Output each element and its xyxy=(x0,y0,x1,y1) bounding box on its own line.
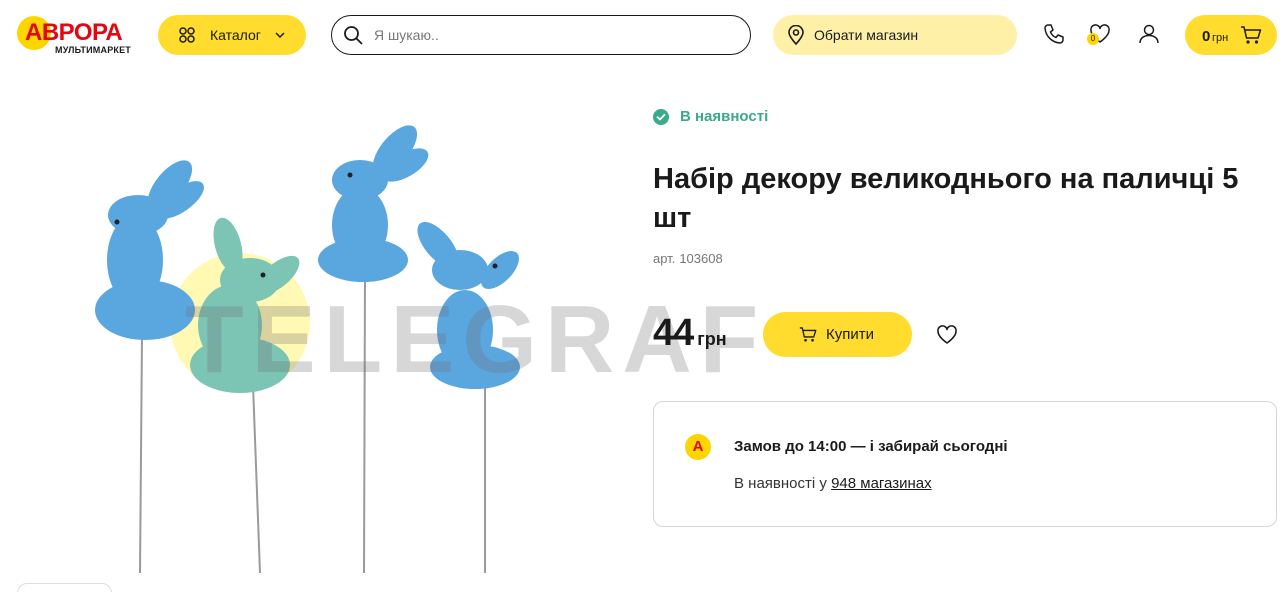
pickup-headline: Замов до 14:00 — і забирай сьогодні xyxy=(734,438,1008,455)
brand-logo[interactable]: АВРОРА МУЛЬТИМАРКЕТ xyxy=(17,13,135,57)
brand-mini-logo: А xyxy=(685,434,711,460)
pickup-info-card: А Замов до 14:00 — і забирай сьогодні В … xyxy=(653,401,1277,527)
wishlist-count-badge: 0 xyxy=(1087,33,1099,45)
grid-dots-icon xyxy=(179,27,195,43)
check-circle-icon xyxy=(653,108,669,125)
product-price: 44 грн xyxy=(653,312,727,355)
price-value: 44 xyxy=(653,312,694,354)
add-to-wishlist-heart-icon[interactable] xyxy=(935,323,959,347)
chevron-down-icon xyxy=(275,32,285,39)
stock-status-label: В наявності xyxy=(680,108,769,125)
cart-button[interactable]: 0 грн xyxy=(1185,15,1277,55)
stores-count-link[interactable]: 948 магазинах xyxy=(831,475,932,492)
logo-subtext: МУЛЬТИМАРКЕТ xyxy=(55,45,131,55)
search-bar xyxy=(331,15,751,55)
logo-word: АВРОРА xyxy=(25,19,123,46)
store-availability: В наявності у 948 магазинах xyxy=(734,475,932,492)
phone-icon[interactable] xyxy=(1042,22,1066,46)
select-store-label: Обрати магазин xyxy=(814,27,919,43)
availability-prefix: В наявності у xyxy=(734,475,827,492)
price-currency: грн xyxy=(697,329,727,349)
stock-status: В наявності xyxy=(653,108,768,125)
user-icon[interactable] xyxy=(1137,22,1161,46)
image-thumbnail[interactable] xyxy=(17,583,112,592)
cart-amount: 0 xyxy=(1202,28,1211,45)
cart-currency: грн xyxy=(1212,32,1229,44)
map-pin-icon xyxy=(788,25,804,45)
catalog-label: Каталог xyxy=(210,27,261,43)
article-number: 103608 xyxy=(679,251,723,266)
product-article: арт. 103608 xyxy=(653,251,723,266)
search-icon[interactable] xyxy=(343,25,363,45)
article-label: арт. xyxy=(653,251,676,266)
search-input[interactable] xyxy=(374,25,734,45)
buy-button-label: Купити xyxy=(826,326,874,343)
site-header: АВРОРА МУЛЬТИМАРКЕТ Каталог Обрати магаз… xyxy=(0,0,1285,70)
buy-button[interactable]: Купити xyxy=(763,312,912,357)
cart-icon xyxy=(799,327,817,342)
cart-icon xyxy=(1241,26,1262,44)
select-store-button[interactable]: Обрати магазин xyxy=(773,15,1017,55)
catalog-button[interactable]: Каталог xyxy=(158,15,306,55)
product-title: Набір декору великоднього на паличці 5 ш… xyxy=(653,163,1239,234)
